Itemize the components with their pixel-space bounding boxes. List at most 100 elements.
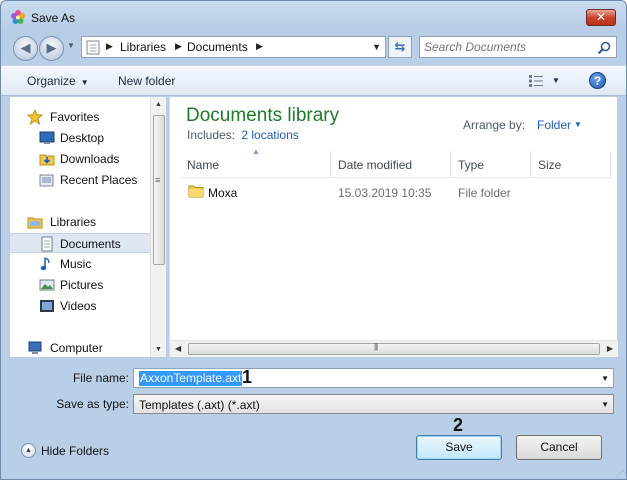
close-button[interactable]: ✕: [586, 9, 616, 26]
library-title: Documents library: [186, 105, 340, 126]
refresh-button[interactable]: ⇆: [388, 36, 412, 58]
breadcrumb-separator-icon[interactable]: ▶: [256, 41, 263, 52]
videos-icon: [40, 300, 54, 312]
column-header-name[interactable]: Name: [180, 151, 331, 177]
chevron-down-icon[interactable]: ▼: [574, 120, 582, 129]
nav-item-music[interactable]: Music: [10, 254, 150, 274]
nav-item-documents[interactable]: Documents: [10, 233, 150, 253]
file-name-combobox[interactable]: AxxonTemplate.axt ▼: [133, 368, 614, 388]
nav-item-label: Favorites: [50, 110, 100, 124]
column-header-date-modified[interactable]: Date modified: [331, 151, 451, 177]
column-header-size[interactable]: Size: [531, 151, 611, 177]
nav-item-label: Documents: [60, 237, 121, 251]
save-as-type-value: Templates (.axt) (*.axt): [139, 398, 260, 412]
nav-item-videos[interactable]: Videos: [10, 296, 150, 316]
help-icon[interactable]: ?: [589, 72, 606, 89]
address-bar[interactable]: ▶ Libraries ▶ Documents ▶ ▼: [81, 36, 386, 58]
column-header-label: Type: [458, 158, 485, 172]
view-options-dropdown-icon[interactable]: ▼: [552, 76, 560, 85]
chevron-down-icon[interactable]: ▼: [601, 400, 609, 409]
navigation-pane: Favorites Desktop Downloads Recent Place…: [10, 97, 150, 357]
column-header-label: Size: [538, 158, 562, 172]
breadcrumb-libraries[interactable]: Libraries: [120, 40, 166, 54]
nav-item-recent-places[interactable]: Recent Places: [10, 170, 150, 190]
scrollbar-thumb[interactable]: [188, 343, 600, 355]
search-box[interactable]: [419, 36, 617, 58]
scroll-left-icon[interactable]: ◀: [175, 344, 181, 353]
hide-folders-label: Hide Folders: [41, 444, 110, 458]
row-name: Moxa: [208, 186, 238, 200]
resize-grip-icon[interactable]: ⋰: [616, 470, 624, 478]
nav-item-computer[interactable]: Computer: [10, 338, 150, 357]
breadcrumb-separator-icon[interactable]: ▶: [175, 41, 182, 52]
row-type: File folder: [458, 186, 511, 200]
nav-item-favorites[interactable]: Favorites: [10, 107, 150, 127]
scroll-up-icon[interactable]: ▲: [155, 101, 162, 108]
file-list-hscrollbar[interactable]: ◀ ||| ▶: [170, 340, 618, 357]
file-list-pane: Documents library Includes: 2 locations …: [169, 97, 618, 357]
nav-pane-scrollbar[interactable]: ▲ ≡ ▼: [150, 97, 166, 357]
save-as-dialog: Save As ✕ ◀ ▶ ▼ ▶ Libraries ▶ Documents …: [0, 0, 627, 480]
nav-item-label: Music: [60, 257, 92, 271]
music-icon: [40, 257, 50, 271]
forward-button[interactable]: ▶: [39, 36, 64, 61]
locations-link[interactable]: 2 locations: [241, 128, 298, 142]
address-dropdown-icon[interactable]: ▼: [372, 42, 381, 52]
column-header-label: Name: [187, 158, 220, 172]
new-folder-button[interactable]: New folder: [118, 74, 175, 88]
document-library-icon: [86, 40, 100, 55]
command-toolbar: Organize ▼ New folder ▼ ?: [1, 65, 626, 96]
arrange-by-dropdown[interactable]: Folder: [537, 118, 571, 132]
scrollbar-thumb[interactable]: [153, 115, 165, 265]
downloads-icon: [39, 154, 55, 166]
nav-item-label: Libraries: [50, 215, 97, 229]
arrange-by-label: Arrange by:: [463, 118, 526, 132]
star-icon: [27, 109, 43, 125]
pictures-icon: [39, 279, 55, 291]
includes-label: Includes:: [187, 128, 236, 142]
back-button[interactable]: ◀: [13, 36, 38, 61]
cancel-button[interactable]: Cancel: [516, 435, 602, 460]
grip-icon: |||: [374, 342, 378, 351]
grip-icon: ≡: [155, 175, 161, 185]
nav-item-desktop[interactable]: Desktop: [10, 128, 150, 148]
search-icon[interactable]: [597, 41, 611, 55]
file-name-label: File name:: [72, 371, 129, 385]
refresh-icon: ⇆: [394, 39, 406, 54]
column-header-label: Date modified: [338, 158, 413, 172]
scroll-down-icon[interactable]: ▼: [155, 346, 162, 353]
chevron-down-icon[interactable]: ▼: [601, 374, 609, 383]
breadcrumb-documents[interactable]: Documents: [187, 40, 248, 54]
scroll-right-icon[interactable]: ▶: [607, 344, 613, 353]
save-as-type-label: Save as type:: [56, 397, 129, 411]
title-bar: Save As ✕: [1, 1, 626, 33]
file-name-input[interactable]: [137, 371, 577, 386]
column-header-type[interactable]: Type: [451, 151, 531, 177]
window-title: Save As: [31, 11, 76, 25]
desktop-icon: [39, 131, 55, 144]
change-view-icon[interactable]: [528, 74, 544, 88]
nav-item-downloads[interactable]: Downloads: [10, 149, 150, 169]
folder-icon: [188, 185, 204, 198]
save-button[interactable]: Save: [416, 435, 502, 460]
nav-item-label: Recent Places: [60, 173, 138, 187]
breadcrumb-separator-icon[interactable]: ▶: [106, 41, 113, 52]
libraries-icon: [27, 217, 43, 229]
recent-places-icon: [39, 174, 54, 187]
documents-icon: [41, 236, 53, 252]
organize-button[interactable]: Organize ▼: [27, 74, 89, 88]
header-divider: [180, 177, 612, 178]
row-date: 15.03.2019 10:35: [338, 186, 432, 200]
recent-pages-dropdown-icon[interactable]: ▼: [67, 41, 75, 50]
annotation-marker-1: 1: [242, 367, 253, 387]
search-input[interactable]: [424, 40, 594, 54]
organize-label: Organize: [27, 74, 76, 88]
computer-icon: [28, 341, 42, 354]
nav-item-pictures[interactable]: Pictures: [10, 275, 150, 295]
save-as-type-dropdown[interactable]: Templates (.axt) (*.axt) ▼: [133, 394, 614, 414]
arrow-left-icon: ◀: [20, 40, 31, 55]
nav-item-label: Pictures: [60, 278, 104, 292]
arrow-right-icon: ▶: [46, 40, 57, 55]
nav-item-libraries[interactable]: Libraries: [10, 212, 150, 232]
table-row[interactable]: Moxa 15.03.2019 10:35 File folder: [180, 181, 612, 203]
